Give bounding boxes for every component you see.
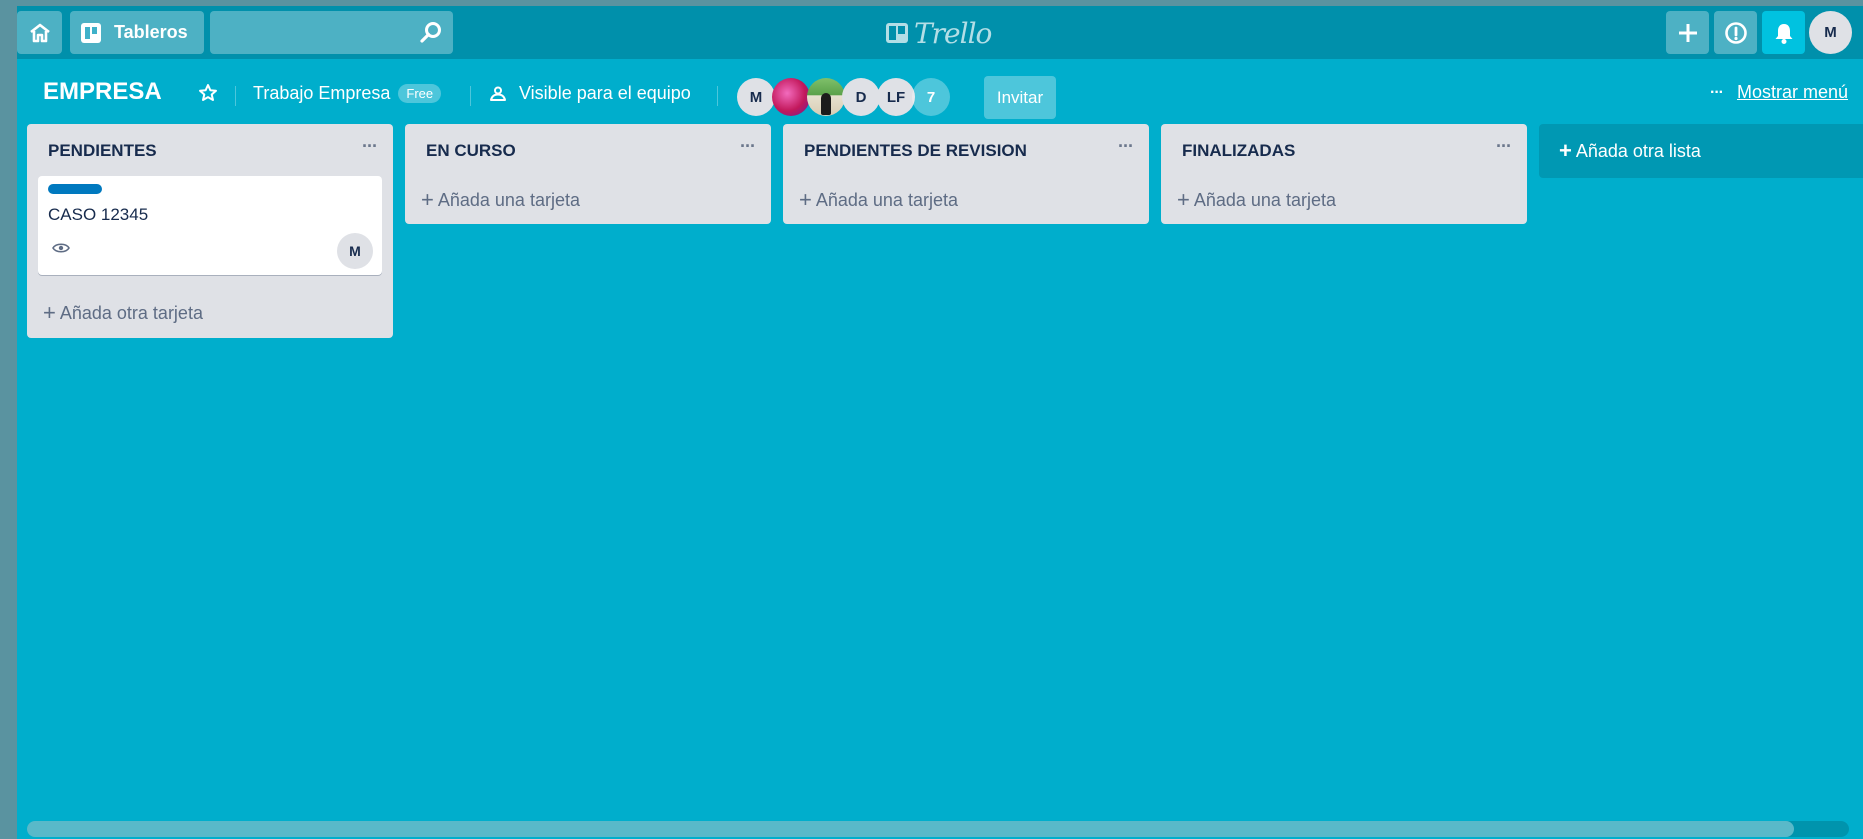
add-list-button[interactable]: + Añada otra lista (1539, 124, 1863, 178)
menu-dots-icon: ··· (1710, 83, 1724, 101)
plus-icon (1678, 23, 1697, 42)
team-link[interactable]: Trabajo Empresa Free (253, 83, 442, 104)
add-card-label: Añada una tarjeta (437, 189, 580, 210)
home-button[interactable] (17, 11, 62, 54)
scrollbar-thumb[interactable] (27, 821, 1794, 837)
add-card-label: Añada una tarjeta (815, 189, 958, 210)
team-name: Trabajo Empresa (253, 83, 391, 103)
member-photo-figure (821, 93, 831, 115)
members-more-count[interactable]: 7 (912, 78, 950, 116)
star-icon[interactable] (198, 83, 218, 103)
show-menu-link[interactable]: ··· Mostrar menú (1710, 82, 1848, 103)
create-button[interactable] (1666, 11, 1709, 54)
member-avatar-photo[interactable] (772, 78, 810, 116)
info-icon (1724, 21, 1747, 44)
list-menu-button[interactable]: ··· (1496, 136, 1512, 157)
member-avatar[interactable]: LF (877, 78, 915, 116)
list-title[interactable]: EN CURSO (426, 141, 516, 161)
bell-icon (1775, 23, 1792, 44)
header-divider (235, 86, 236, 106)
add-list-label: Añada otra lista (1575, 140, 1701, 161)
list-en-curso[interactable]: EN CURSO ··· + Añada una tarjeta (405, 124, 771, 224)
list-menu-button[interactable]: ··· (362, 136, 378, 157)
logo-text: Trello (914, 16, 992, 50)
board-title[interactable]: EMPRESA (43, 78, 162, 106)
header-divider (470, 86, 471, 106)
notifications-button[interactable] (1762, 11, 1805, 54)
add-card-button[interactable]: + Añada una tarjeta (1177, 189, 1336, 211)
plus-icon: + (421, 187, 434, 212)
add-card-label: Añada otra tarjeta (59, 302, 203, 323)
boards-icon (81, 22, 101, 43)
list-title[interactable]: FINALIZADAS (1182, 141, 1295, 161)
member-avatar-photo[interactable] (807, 78, 845, 116)
plan-badge: Free (398, 84, 442, 103)
list-pendientes-de-revision[interactable]: PENDIENTES DE REVISION ··· + Añada una t… (783, 124, 1149, 224)
user-avatar[interactable]: M (1809, 11, 1852, 54)
card[interactable]: CASO 12345 M (38, 176, 382, 275)
team-visibility-icon (490, 86, 506, 101)
card-title: CASO 12345 (48, 205, 149, 224)
member-avatar[interactable]: D (842, 78, 880, 116)
card-label[interactable] (48, 184, 102, 194)
info-button[interactable] (1714, 11, 1757, 54)
header-divider (717, 86, 718, 106)
add-card-label: Añada una tarjeta (1193, 189, 1336, 210)
add-card-button[interactable]: + Añada una tarjeta (799, 189, 958, 211)
trello-logo[interactable]: Trello (885, 16, 992, 50)
board-canvas: Tableros Trello M EMPRESA Trabajo Empres… (17, 6, 1863, 839)
top-bar: Tableros Trello M (17, 6, 1863, 59)
list-menu-button[interactable]: ··· (1118, 136, 1134, 157)
add-card-button[interactable]: + Añada otra tarjeta (43, 302, 203, 324)
search-input[interactable] (210, 11, 453, 54)
search-icon[interactable] (419, 20, 443, 44)
add-card-button[interactable]: + Añada una tarjeta (421, 189, 580, 211)
card-member-avatar[interactable]: M (337, 233, 373, 269)
list-pendientes[interactable]: PENDIENTES ··· CASO 12345 M + Añada otra… (27, 124, 393, 338)
boards-button[interactable]: Tableros (70, 11, 204, 54)
plus-icon: + (43, 300, 56, 325)
member-avatar[interactable]: M (737, 78, 775, 116)
plus-icon: + (1177, 187, 1190, 212)
home-icon (29, 23, 50, 42)
list-title[interactable]: PENDIENTES (48, 141, 157, 161)
visibility-button[interactable]: Visible para el equipo (489, 83, 691, 104)
trello-logo-icon (886, 23, 908, 43)
list-finalizadas[interactable]: FINALIZADAS ··· + Añada una tarjeta (1161, 124, 1527, 224)
eye-icon (52, 243, 70, 253)
list-menu-button[interactable]: ··· (740, 136, 756, 157)
plus-icon: + (1559, 138, 1572, 163)
boards-label: Tableros (114, 22, 188, 42)
show-menu-label: Mostrar menú (1736, 82, 1849, 102)
visibility-label: Visible para el equipo (519, 83, 691, 103)
plus-icon: + (799, 187, 812, 212)
list-title[interactable]: PENDIENTES DE REVISION (804, 141, 1027, 161)
invite-button[interactable]: Invitar (984, 76, 1056, 119)
horizontal-scrollbar[interactable] (27, 821, 1849, 837)
